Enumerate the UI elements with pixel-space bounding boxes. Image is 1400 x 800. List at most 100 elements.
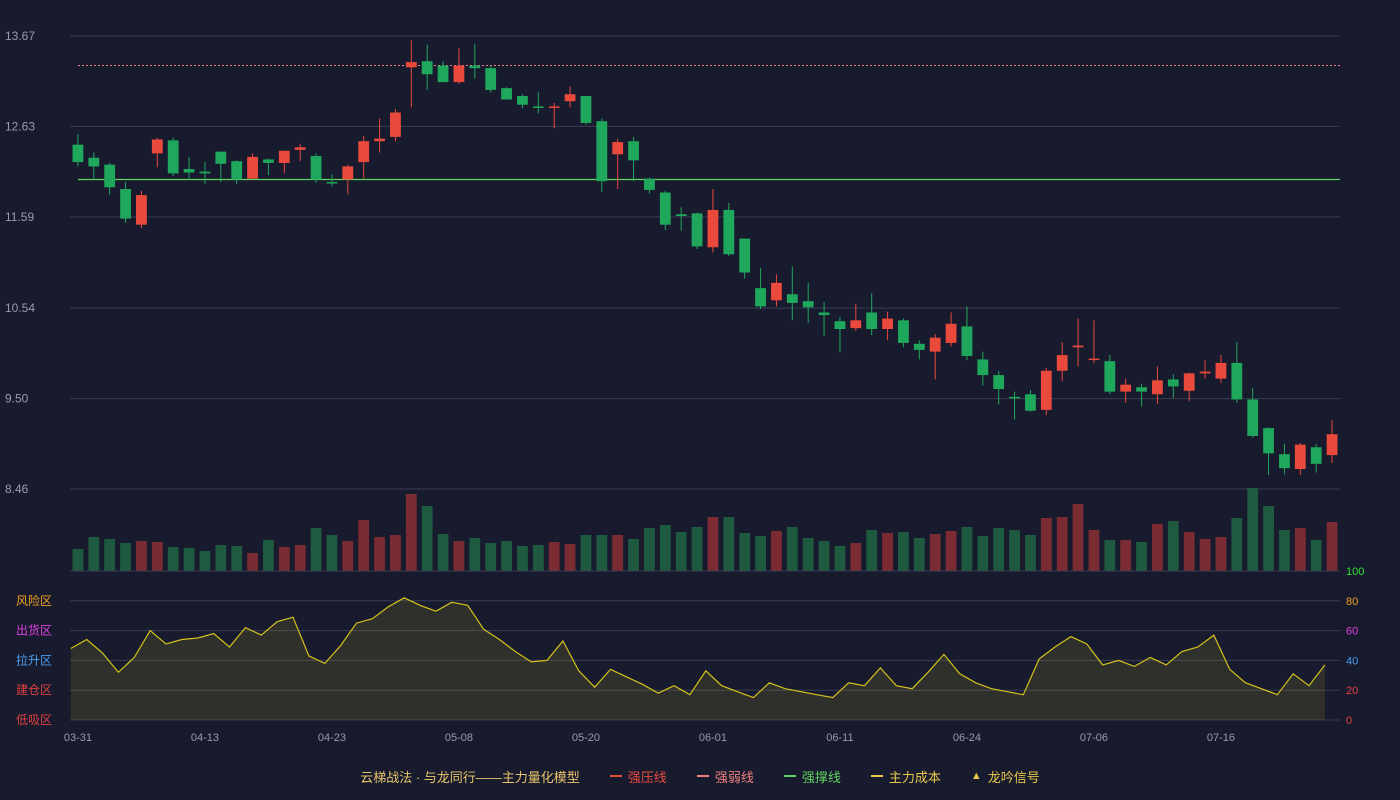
legend-title: 云梯战法 · 与龙同行——主力量化模型	[360, 769, 580, 785]
zone-label: 出货区	[16, 623, 52, 638]
zone-label: 建仓区	[16, 683, 52, 697]
triangle-icon: ▲	[970, 770, 982, 782]
grid	[70, 35, 1340, 490]
candle-body	[596, 121, 608, 182]
volume-bar	[802, 538, 814, 571]
legend-swatch	[609, 775, 622, 777]
candle-body	[1247, 399, 1259, 436]
volume-bar	[120, 543, 131, 571]
candle-body	[326, 182, 338, 184]
volume-bar	[644, 528, 655, 571]
volume-bar	[834, 546, 846, 571]
volume-bar	[1056, 517, 1068, 571]
volume-bar	[913, 538, 925, 571]
candle-body	[913, 343, 925, 350]
candle-body	[580, 95, 592, 123]
candle-body	[247, 156, 258, 179]
price-tick-label: 10.54	[5, 301, 35, 315]
candle-body	[961, 326, 973, 356]
candle-body	[1056, 355, 1068, 371]
candle-body	[120, 189, 131, 219]
volume-bar	[263, 540, 274, 571]
volume-bar	[485, 543, 497, 571]
legend-label: 强压线	[627, 769, 667, 785]
candle-body	[691, 213, 703, 247]
candle-body	[802, 301, 814, 308]
volume-bar	[437, 534, 449, 571]
volume-bar	[548, 542, 560, 571]
candle-body	[167, 140, 179, 174]
volume-bar	[707, 517, 719, 571]
legend-item-dragon-signal[interactable]: ▲ 龙吟信号	[971, 767, 1040, 786]
candle-body	[755, 288, 766, 307]
volume-bar	[691, 527, 703, 571]
volume-bar	[1136, 542, 1147, 571]
zone-label: 风险区	[16, 593, 52, 608]
volume-bar	[88, 537, 100, 571]
candle-body	[850, 320, 862, 329]
candle-body	[644, 178, 655, 190]
candle-body	[659, 192, 671, 225]
candle-body	[977, 359, 989, 376]
candles	[72, 40, 1338, 476]
volume-bar	[1152, 524, 1163, 571]
volume-bar	[977, 536, 989, 571]
candle-body	[1215, 362, 1227, 379]
candle-body	[945, 323, 957, 343]
date-tick-label: 04-23	[318, 732, 346, 744]
volume-bar	[390, 535, 401, 571]
candle-body	[294, 147, 306, 150]
volume-bars	[72, 488, 1338, 571]
volume-bar	[1009, 530, 1020, 571]
volume-bar	[342, 541, 354, 571]
candle-body	[437, 65, 449, 83]
legend-swatch	[696, 775, 709, 777]
candle-body	[469, 65, 481, 69]
volume-bar	[310, 528, 322, 571]
candle-body	[1199, 371, 1211, 374]
price-axis: 13.67 12.63 11.59 10.54 9.50 8.46	[5, 29, 35, 496]
indicator-tick-label: 20	[1346, 685, 1358, 697]
date-tick-label: 03-31	[64, 732, 92, 744]
volume-bar	[1088, 530, 1100, 571]
candle-body	[1294, 444, 1306, 470]
date-tick-label: 06-01	[699, 732, 727, 744]
volume-bar	[231, 546, 243, 571]
date-tick-label: 04-13	[191, 732, 219, 744]
zone-label: 拉升区	[16, 652, 52, 667]
volume-bar	[294, 545, 306, 571]
indicator-area	[70, 597, 1325, 720]
candle-body	[136, 195, 147, 225]
volume-bar	[453, 541, 465, 571]
candle-body	[183, 169, 195, 173]
candle-body	[1104, 361, 1116, 392]
volume-bar	[1231, 518, 1243, 571]
volume-bar	[628, 539, 639, 571]
candle-body	[405, 62, 417, 68]
candle-body	[390, 112, 401, 137]
candle-body	[834, 321, 846, 330]
volume-bar	[1072, 504, 1084, 571]
legend-item-strength[interactable]: 强弱线	[696, 767, 754, 786]
date-tick-label: 06-11	[826, 732, 853, 744]
candle-body	[993, 375, 1005, 390]
candle-body	[517, 95, 528, 105]
volume-bar	[580, 535, 592, 571]
candle-body	[278, 150, 290, 163]
volume-bar	[612, 535, 624, 571]
volume-bar	[421, 506, 433, 571]
legend-item-main-cost[interactable]: 主力成本	[870, 767, 941, 786]
volume-bar	[882, 533, 893, 571]
indicator-tick-label: 0	[1346, 715, 1352, 727]
indicator-tick-label: 40	[1346, 655, 1358, 667]
volume-bar	[326, 535, 338, 571]
volume-bar	[1326, 522, 1338, 571]
candle-body	[929, 337, 941, 352]
legend-item-strong-support[interactable]: 强撑线	[783, 767, 841, 786]
volume-bar	[1183, 532, 1195, 571]
legend-item-strong-pressure[interactable]: 强压线	[609, 767, 667, 786]
candle-body	[882, 318, 893, 330]
indicator-panel: 100 80 60 40 20 0 风险区出货区拉升区建仓区低吸区	[16, 566, 1364, 727]
candle-body	[199, 171, 211, 174]
volume-bar	[786, 527, 798, 571]
